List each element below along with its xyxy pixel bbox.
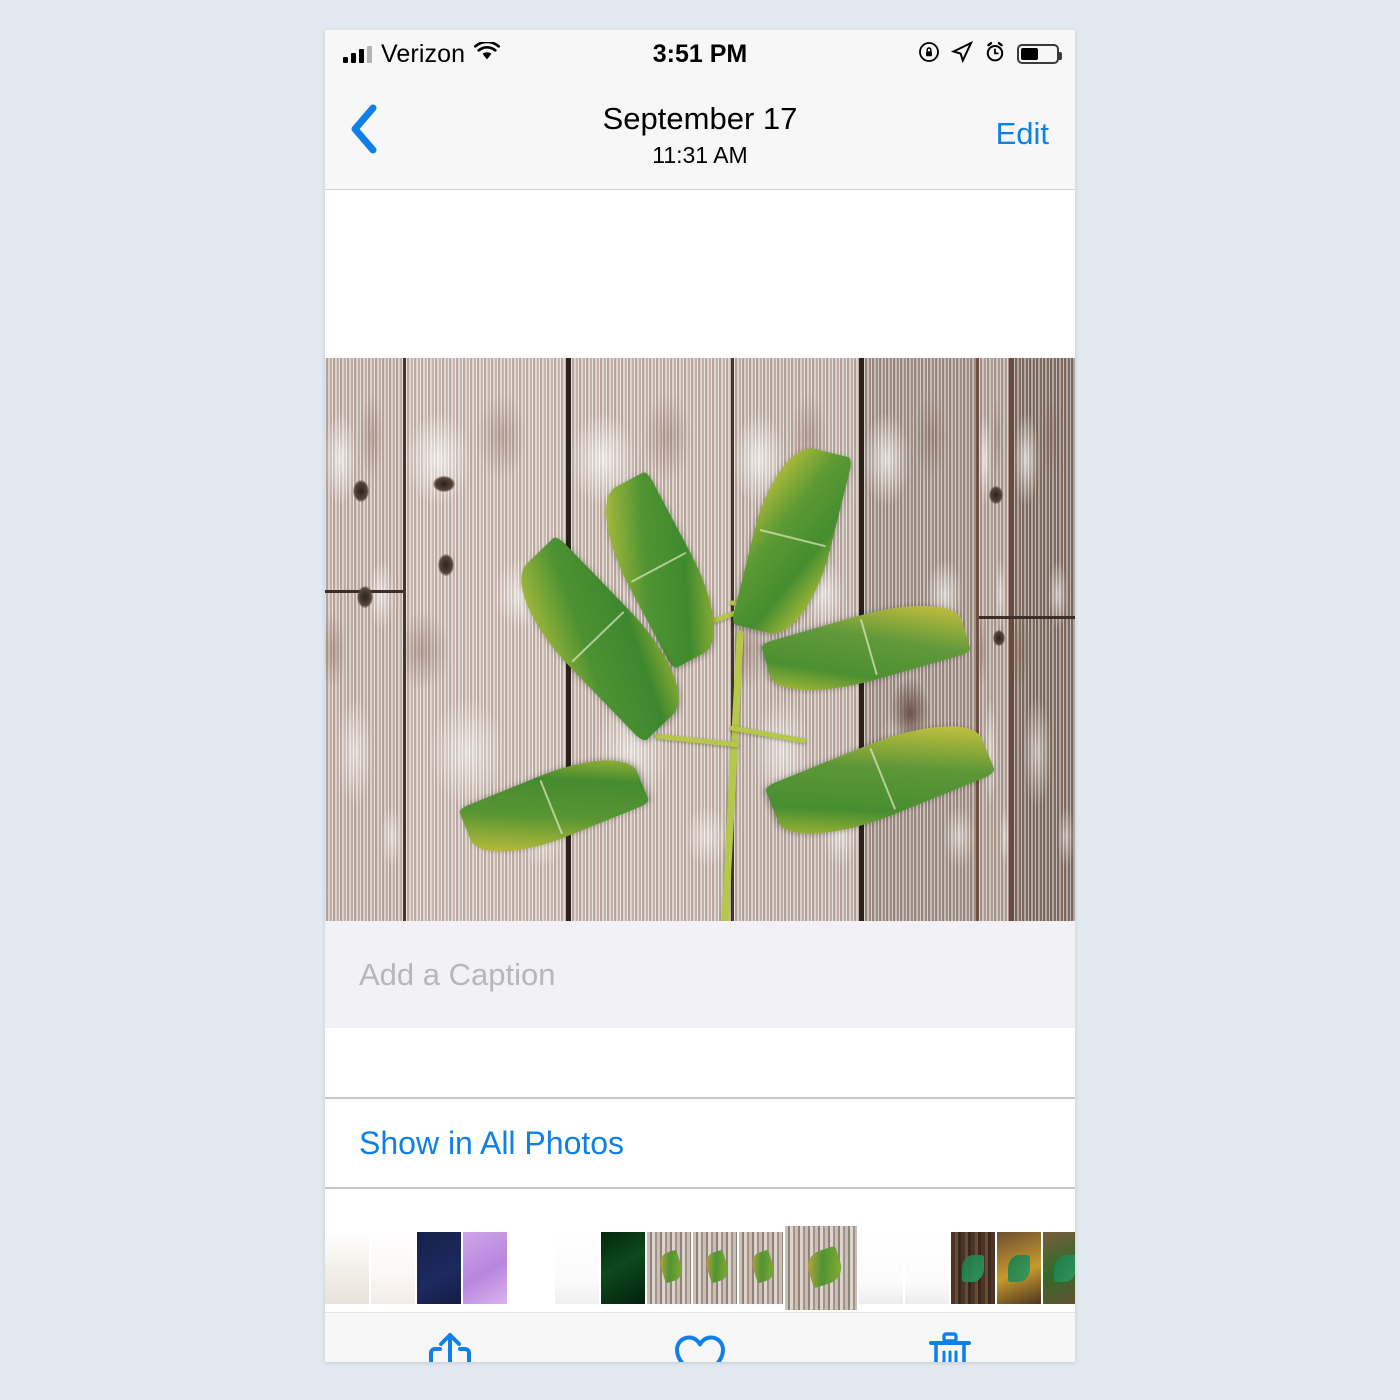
location-arrow-icon [950, 40, 974, 68]
thumbnail-image [371, 1232, 415, 1304]
thumb-fall-dear-dark-wood[interactable] [951, 1232, 995, 1304]
thumb-fall-dear-green-moss[interactable] [1043, 1232, 1075, 1304]
thumbnail-image [325, 1232, 369, 1304]
thumb-your-photo-white[interactable] [509, 1232, 553, 1304]
thumb-leaf-wood-c[interactable] [739, 1232, 783, 1304]
thumbnail-image [463, 1232, 507, 1304]
thumb-la-jolla-neon[interactable] [601, 1232, 645, 1304]
alarm-clock-icon [984, 41, 1006, 68]
show-in-all-photos-label: Show in All Photos [359, 1124, 625, 1161]
battery-icon [1017, 44, 1062, 64]
bottom-toolbar [325, 1312, 1075, 1362]
status-bar-right [918, 40, 1062, 68]
thumb-leaf-wood-a[interactable] [647, 1232, 691, 1304]
thumb-flamingo-card[interactable] [371, 1232, 415, 1304]
thumb-worth-living-for-purple[interactable] [463, 1232, 507, 1304]
thumb-fall-badge [1053, 1255, 1075, 1283]
thumb-app-list-screenshot[interactable] [555, 1232, 599, 1304]
share-button[interactable] [405, 1326, 495, 1362]
thumbnail-image [417, 1232, 461, 1304]
thumbnail-image [859, 1232, 903, 1304]
thumb-instagram-feed-a[interactable] [859, 1232, 903, 1304]
thumb-fall-dear-yellow-leaf[interactable] [997, 1232, 1041, 1304]
thumbnail-image [601, 1232, 645, 1304]
filmstrip-spacer [325, 1189, 1075, 1224]
show-in-all-photos-button[interactable]: Show in All Photos [325, 1099, 1075, 1189]
edit-button[interactable]: Edit [996, 116, 1049, 152]
info-spacer [325, 1028, 1075, 1099]
page-title: September 17 [602, 101, 798, 136]
thumbnail-image [905, 1232, 949, 1304]
thumb-leaf-wood-selected[interactable] [785, 1226, 857, 1310]
delete-button[interactable] [905, 1326, 995, 1362]
rotation-lock-icon [918, 41, 940, 68]
phone-frame: Verizon 3:51 PM September 17 11:31 AM Ed… [325, 30, 1075, 1362]
thumb-worth-living-for-navy[interactable] [417, 1232, 461, 1304]
trash-icon [929, 1331, 971, 1362]
thumbnail-image [509, 1232, 553, 1304]
share-icon [429, 1332, 471, 1362]
thumbnail-image [555, 1232, 599, 1304]
heart-icon [675, 1335, 725, 1362]
thumb-instagram-feed-b[interactable] [905, 1232, 949, 1304]
favorite-button[interactable] [655, 1326, 745, 1362]
caption-field[interactable]: Add a Caption [325, 921, 1075, 1028]
caption-placeholder: Add a Caption [359, 956, 556, 992]
thumb-leaf-wood-b[interactable] [693, 1232, 737, 1304]
photo-top-spacer [325, 190, 1075, 358]
photo-filmstrip[interactable] [325, 1224, 1075, 1312]
photo-viewer[interactable] [325, 358, 1075, 921]
page-subtitle: 11:31 AM [652, 142, 748, 168]
nav-bar: September 17 11:31 AM Edit [325, 78, 1075, 190]
nav-title-block: September 17 11:31 AM [325, 100, 1075, 170]
thumb-pinterest-board[interactable] [325, 1232, 369, 1304]
status-bar: Verizon 3:51 PM [325, 30, 1075, 78]
screen-root: Verizon 3:51 PM September 17 11:31 AM Ed… [0, 0, 1400, 1400]
